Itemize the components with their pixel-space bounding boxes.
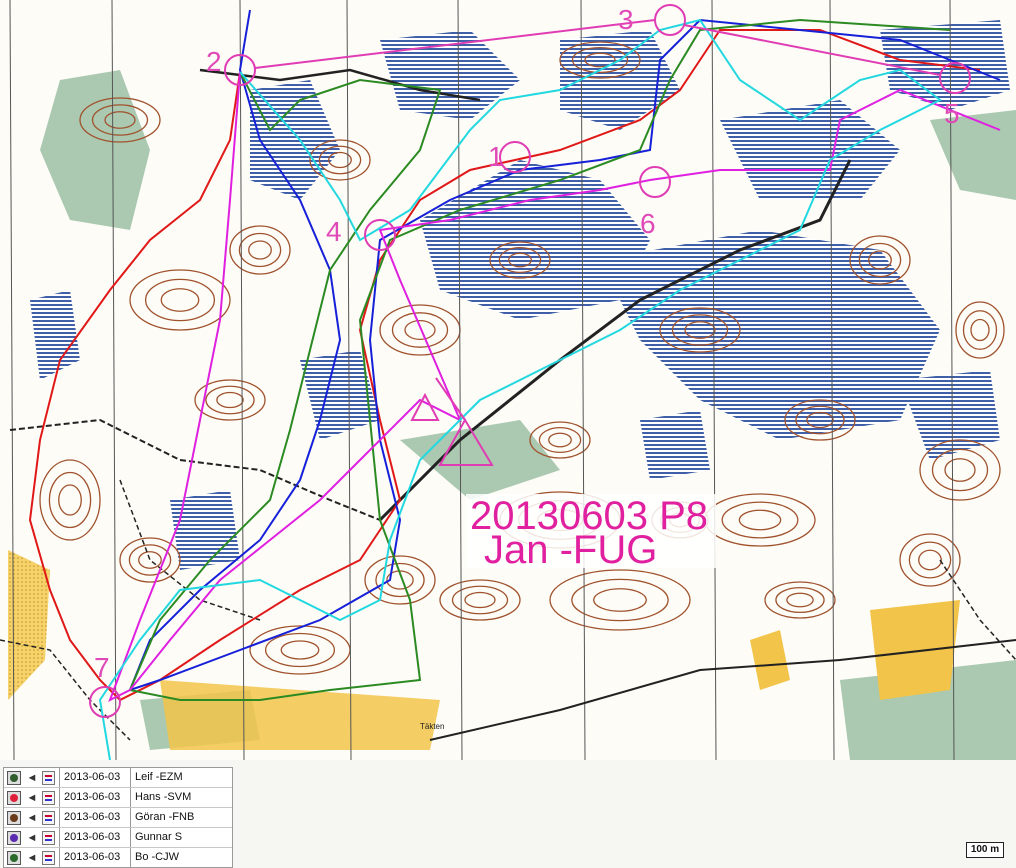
north-line bbox=[239, 0, 245, 760]
contour-line bbox=[918, 549, 942, 571]
legend-date: 2013-06-03 bbox=[59, 848, 130, 867]
runner-color-icon[interactable] bbox=[7, 830, 21, 845]
contour-line bbox=[721, 501, 799, 539]
contour-line bbox=[58, 484, 82, 516]
contour-line bbox=[593, 588, 647, 612]
replay-arrow-icon[interactable]: ◄ bbox=[25, 791, 39, 805]
runner-color-icon[interactable] bbox=[7, 810, 21, 825]
legend-runner-name: Hans -SVM bbox=[130, 788, 232, 807]
legend-row[interactable]: ◄ 2013-06-03 Gunnar S bbox=[4, 828, 232, 848]
contour-line bbox=[970, 318, 990, 342]
legend-row[interactable]: ◄ 2013-06-03 Hans -SVM bbox=[4, 788, 232, 808]
control-number: 1 bbox=[488, 141, 504, 172]
contour-line bbox=[464, 591, 496, 609]
split-times-icon[interactable] bbox=[42, 810, 55, 825]
legend-runner-name: Bo -CJW bbox=[130, 848, 232, 867]
split-times-icon[interactable] bbox=[42, 830, 55, 845]
split-times-icon[interactable] bbox=[42, 850, 55, 865]
split-times-icon[interactable] bbox=[42, 790, 55, 805]
contour-line bbox=[738, 509, 782, 531]
replay-arrow-icon[interactable]: ◄ bbox=[25, 811, 39, 825]
control-number: 5 bbox=[944, 98, 960, 129]
map-title-box: 20130603 P8 Jan -FUG bbox=[466, 494, 716, 572]
contour-line bbox=[786, 592, 814, 608]
replay-arrow-icon[interactable]: ◄ bbox=[25, 851, 39, 865]
runner-color-icon[interactable] bbox=[7, 850, 21, 865]
contour-line bbox=[908, 541, 952, 579]
marsh-areas bbox=[30, 20, 1010, 570]
contour-line bbox=[238, 232, 282, 268]
contour-line bbox=[264, 632, 336, 668]
contour-line bbox=[538, 426, 582, 454]
control-number: 3 bbox=[618, 4, 634, 35]
control-number: 7 bbox=[94, 652, 110, 683]
legend-date: 2013-06-03 bbox=[59, 788, 130, 807]
legend-date: 2013-06-03 bbox=[59, 808, 130, 827]
contour-line bbox=[571, 578, 669, 622]
contour-line bbox=[548, 432, 572, 448]
contour-line bbox=[144, 278, 216, 322]
legend-runner-name: Göran -FNB bbox=[130, 808, 232, 827]
contour-line bbox=[404, 319, 436, 341]
contour-line bbox=[216, 391, 244, 409]
contour-line bbox=[931, 448, 989, 492]
legend-row[interactable]: ◄ 2013-06-03 Göran -FNB bbox=[4, 808, 232, 828]
runner-color-icon[interactable] bbox=[7, 770, 21, 785]
contour-line bbox=[391, 312, 449, 348]
scale-bar: 100 m bbox=[966, 842, 1004, 858]
split-times-icon[interactable] bbox=[42, 770, 55, 785]
map-canvas bbox=[0, 0, 1016, 760]
runner-legend: ◄ 2013-06-03 Leif -EZM ◄ 2013-06-03 Hans -SVM… bbox=[3, 767, 233, 868]
map-subtitle: Jan -FUG bbox=[484, 528, 658, 572]
contour-line bbox=[962, 310, 998, 350]
orienteering-map[interactable]: 20130603 P8 Jan -FUG 1 2 3 4 5 6 7 Täkte… bbox=[0, 0, 1016, 760]
contour-line bbox=[944, 458, 976, 482]
contour-line bbox=[48, 471, 92, 529]
contour-line bbox=[160, 288, 200, 312]
legend-row[interactable]: ◄ 2013-06-03 Leif -EZM bbox=[4, 768, 232, 788]
legend-date: 2013-06-03 bbox=[59, 828, 130, 847]
replay-arrow-icon[interactable]: ◄ bbox=[25, 771, 39, 785]
contour-line bbox=[138, 551, 162, 569]
contour-line bbox=[248, 240, 272, 260]
runner-color-icon[interactable] bbox=[7, 790, 21, 805]
legend-date: 2013-06-03 bbox=[59, 768, 130, 787]
legend-runner-name: Leif -EZM bbox=[130, 768, 232, 787]
contour-line bbox=[280, 640, 320, 660]
contour-line bbox=[775, 586, 825, 614]
legend-row[interactable]: ◄ 2013-06-03 Bo -CJW bbox=[4, 848, 232, 867]
control-number: 6 bbox=[640, 208, 656, 239]
contour-line bbox=[205, 385, 255, 415]
control-number: 4 bbox=[326, 216, 342, 247]
control-number: 2 bbox=[206, 46, 222, 77]
legend-runner-name: Gunnar S bbox=[130, 828, 232, 847]
replay-arrow-icon[interactable]: ◄ bbox=[25, 831, 39, 845]
place-label: Täkten bbox=[420, 722, 445, 731]
